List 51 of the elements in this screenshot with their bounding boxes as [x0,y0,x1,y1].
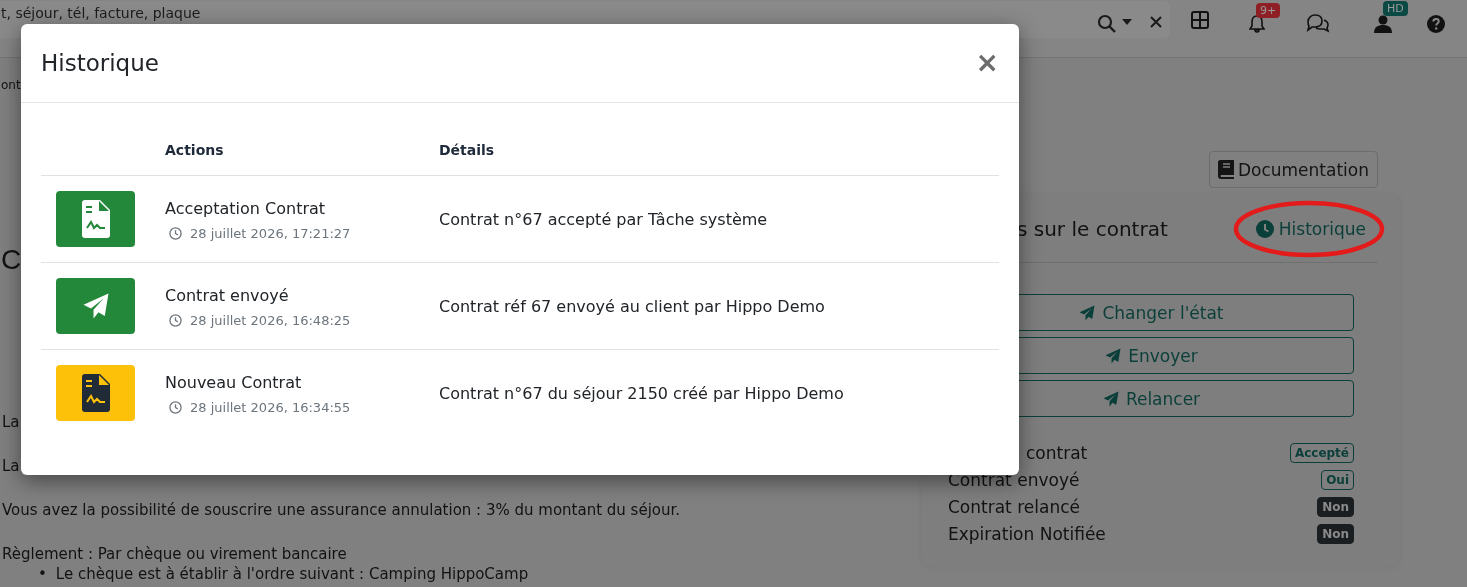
user-badge: HD [1383,0,1408,16]
bullet-item: Le chèque est à établir à l'ordre suivant : Camping HippoCamp [55,565,529,583]
bell-icon [1249,14,1265,33]
dialog-title: Historique [41,50,159,76]
page-heading: C [1,243,20,277]
clock-icon [169,226,182,240]
user-button[interactable] [1374,14,1392,33]
paragraph: La [2,412,21,433]
event-details: Contrat réf 67 envoyé au client par Hippo Demo [439,296,825,316]
close-icon[interactable] [1150,16,1162,28]
column-header: Détails [439,142,495,158]
status-label: contrat [1026,442,1088,463]
document-icon [81,200,110,238]
help-icon[interactable] [1427,14,1445,33]
status-label: Contrat relancé [948,496,1080,517]
user-icon [1374,14,1392,33]
paragraph: Règlement : Par chèque ou virement bancaire [2,544,348,565]
timestamp: 28 juillet 2026, 17:21:27 [190,225,351,241]
status-tag: Accepté [1289,442,1354,463]
timestamp: 28 juillet 2026, 16:48:25 [190,312,351,328]
status-tag: Non [1317,523,1354,544]
chat-icon[interactable] [1306,12,1330,33]
paper-plane-icon [1078,303,1097,322]
paragraph: Vous avez la possibilité de souscrire une assurance annulation : 3% du montant du séjour. [2,500,682,521]
clock-icon [169,313,182,327]
documentation-button[interactable]: Documentation [1208,151,1378,188]
clock-icon [169,400,182,414]
bullet-marker: • [38,565,47,583]
book-icon [1217,160,1234,179]
paper-plane-icon [1101,389,1120,408]
status-label: Expiration Notifiée [948,523,1106,544]
close-button[interactable]: × [975,49,999,77]
caret-icon[interactable] [1122,19,1132,25]
status-tag: Non [1317,496,1354,517]
action-title: Contrat envoyé [165,284,290,307]
action-title: Nouveau Contrat [165,371,303,394]
paragraph: La [2,456,21,477]
timestamp: 28 juillet 2026, 16:34:55 [190,399,351,415]
action-title: Acceptation Contrat [165,197,327,220]
notifications-button[interactable] [1249,14,1265,33]
notification-badge: 9+ [1256,2,1281,18]
breadcrumb: ont [1,77,22,94]
paper-plane-icon [1104,346,1123,365]
event-details: Contrat n°67 accepté par Tâche système [439,209,768,229]
search-icon[interactable] [1097,14,1117,34]
status-tag: Oui [1321,469,1354,490]
event-details: Contrat n°67 du séjour 2150 créé par Hippo Demo [439,383,844,403]
grid-icon[interactable] [1191,10,1209,29]
clock-icon [1255,219,1274,238]
document-icon [81,374,110,412]
column-header: Actions [165,142,224,158]
